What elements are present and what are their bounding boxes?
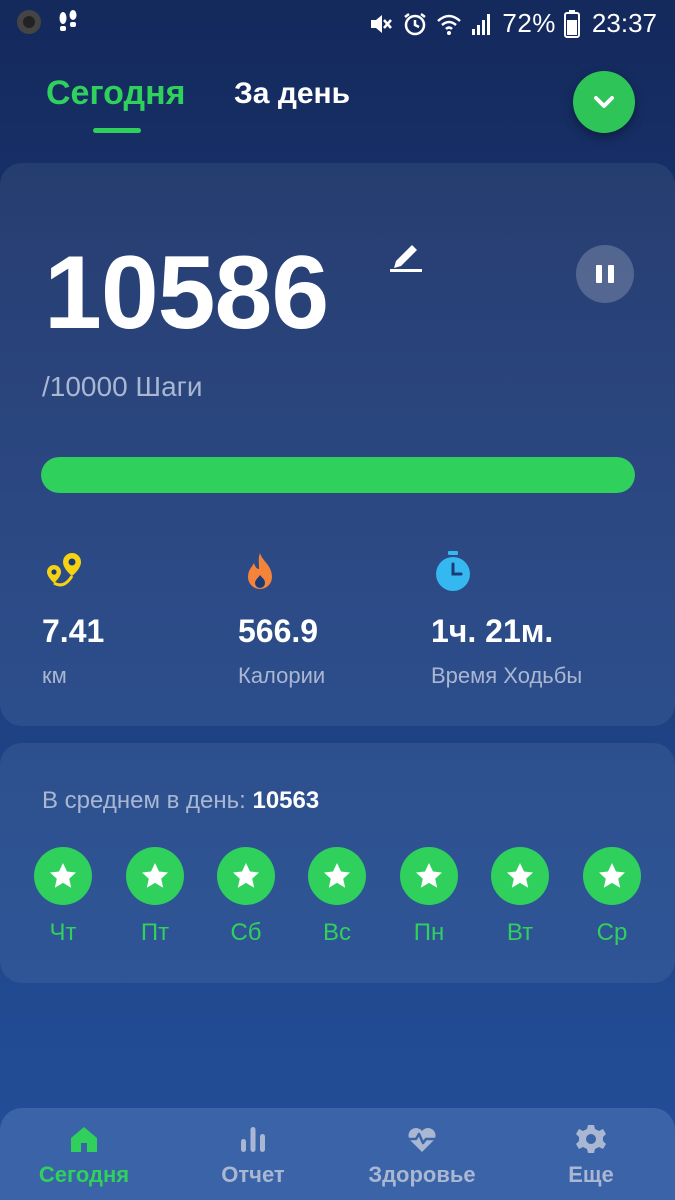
day-item[interactable]: Ср — [577, 847, 647, 947]
stat-distance: 7.41 км — [42, 549, 104, 688]
day-item[interactable]: Вс — [302, 847, 372, 947]
day-badge — [126, 847, 184, 905]
stopwatch-icon — [436, 551, 470, 591]
star-icon — [324, 863, 350, 888]
signal-icon — [472, 13, 491, 35]
day-item[interactable]: Вт — [485, 847, 555, 947]
mute-icon — [371, 14, 393, 33]
stat-value: 1ч. 21м. — [431, 613, 554, 649]
nav-item-report[interactable]: Отчет — [169, 1108, 337, 1200]
star-icon — [507, 863, 533, 888]
day-item[interactable]: Пт — [120, 847, 190, 947]
gear-icon — [576, 1125, 606, 1153]
day-label: Пн — [413, 919, 445, 946]
steps-progress-bar — [41, 457, 635, 493]
clock-time: 23:37 — [591, 8, 657, 38]
day-label: Вт — [506, 919, 534, 946]
stat-label: км — [42, 663, 67, 688]
battery-icon — [563, 9, 580, 38]
steps-card: 10586 /10000 Шаги 7.41 км 566.9 Калории — [0, 163, 675, 726]
nav-label: Сегодня — [38, 1162, 130, 1187]
footsteps-icon — [59, 10, 77, 31]
heart-pulse-icon — [408, 1128, 436, 1152]
star-icon — [416, 863, 442, 888]
day-label: Вс — [322, 919, 351, 946]
chevron-down-icon — [594, 96, 614, 108]
status-bar: 72% 23:37 — [0, 0, 675, 46]
stat-walk-time: 1ч. 21м. Время Ходьбы — [431, 549, 582, 688]
nav-label: Еще — [568, 1162, 614, 1187]
day-badge — [491, 847, 549, 905]
day-label: Пт — [140, 919, 170, 946]
bar-chart-icon — [241, 1127, 265, 1152]
day-item[interactable]: Пн — [394, 847, 464, 947]
star-icon — [599, 863, 625, 888]
stat-label: Время Ходьбы — [431, 663, 583, 688]
goal-text: /10000 Шаги — [42, 371, 203, 402]
tab-per-day[interactable]: За день — [234, 77, 350, 111]
stat-value: 7.41 — [42, 613, 105, 649]
status-right-icons: 72% 23:37 — [368, 8, 657, 39]
top-tabs: Сегодня За день — [0, 60, 675, 150]
tab-today[interactable]: Сегодня — [46, 74, 185, 113]
day-badge — [217, 847, 275, 905]
steps-count: 10586 — [44, 235, 329, 351]
alarm-icon — [404, 12, 427, 35]
status-left-icons — [16, 9, 80, 35]
star-icon — [233, 863, 259, 888]
battery-percent: 72% — [502, 8, 556, 38]
day-badge — [583, 847, 641, 905]
day-badge — [34, 847, 92, 905]
route-pin-icon — [47, 553, 81, 587]
stat-calories: 566.9 Калории — [238, 549, 325, 688]
pause-icon — [608, 265, 614, 283]
stat-label: Калории — [238, 663, 326, 688]
steps-progress-fill — [41, 457, 635, 493]
app-notification-icon — [17, 10, 41, 34]
day-label: Чт — [49, 919, 77, 946]
nav-item-today[interactable]: Сегодня — [0, 1108, 168, 1200]
pause-icon — [596, 265, 602, 283]
star-icon — [50, 863, 76, 888]
day-item[interactable]: Сб — [211, 847, 281, 947]
day-stars-row: Чт Пт Сб Вс Пн Вт Ср — [0, 847, 675, 957]
average-card: В среднем в день: 10563 Чт Пт Сб Вс Пн В… — [0, 743, 675, 983]
day-label: Ср — [596, 919, 628, 946]
nav-item-health[interactable]: Здоровье — [338, 1108, 506, 1200]
tab-today-underline — [93, 128, 141, 133]
day-item[interactable]: Чт — [28, 847, 98, 947]
dropdown-button[interactable] — [573, 71, 635, 133]
flame-icon — [248, 553, 272, 589]
pause-button[interactable] — [576, 245, 634, 303]
day-label: Сб — [230, 919, 262, 946]
average-label: В среднем в день: — [42, 787, 253, 814]
home-icon — [71, 1127, 97, 1152]
day-badge — [308, 847, 366, 905]
nav-label: Здоровье — [368, 1162, 476, 1187]
pencil-icon[interactable] — [388, 235, 424, 275]
nav-item-more[interactable]: Еще — [507, 1108, 675, 1200]
wifi-icon — [437, 14, 462, 35]
average-text: В среднем в день: 10563 — [42, 787, 319, 815]
bottom-nav: Сегодня Отчет Здоровье Еще — [0, 1108, 675, 1200]
star-icon — [142, 863, 168, 888]
average-value: 10563 — [252, 787, 320, 814]
day-badge — [400, 847, 458, 905]
nav-label: Отчет — [221, 1162, 285, 1187]
stat-value: 566.9 — [238, 613, 319, 649]
